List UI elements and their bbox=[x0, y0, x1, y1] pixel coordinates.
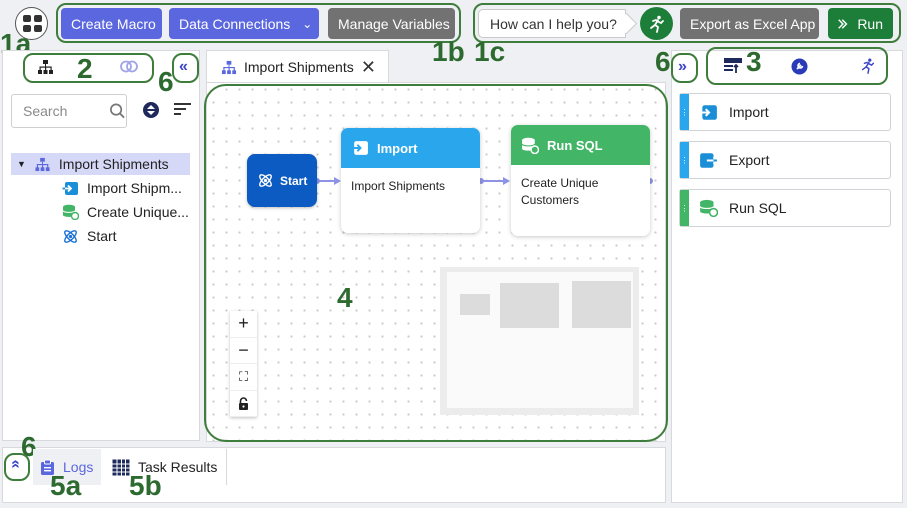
bottom-panel bbox=[2, 447, 666, 503]
annotation-ring-4 bbox=[204, 84, 668, 442]
palette-item-run-sql[interactable]: ⋮ Run SQL bbox=[679, 189, 891, 227]
drag-handle-icon[interactable]: ⋮ bbox=[680, 190, 689, 226]
palette-item-label: Export bbox=[729, 152, 770, 168]
annotation-5b: 5b bbox=[129, 470, 162, 501]
collapse-right-icon[interactable]: » bbox=[678, 58, 687, 76]
run-sql-icon bbox=[699, 199, 718, 217]
palette-item-export[interactable]: ⋮ Export bbox=[679, 141, 891, 179]
export-icon bbox=[700, 152, 718, 168]
palette-item-label: Import bbox=[729, 104, 769, 120]
annotation-3: 3 bbox=[746, 46, 762, 77]
palette-tab-icon[interactable] bbox=[723, 56, 743, 79]
table-grid-icon bbox=[112, 459, 130, 475]
palette-item-label: Run SQL bbox=[729, 200, 787, 216]
drag-handle-icon[interactable]: ⋮ bbox=[680, 94, 689, 130]
import-icon bbox=[700, 104, 717, 120]
annotation-5a: 5a bbox=[50, 470, 82, 501]
tab-task-results[interactable]: Task Results bbox=[104, 449, 227, 485]
annotation-6-right: 6 bbox=[655, 46, 671, 77]
drag-handle-icon[interactable]: ⋮ bbox=[680, 142, 689, 178]
palette-item-import[interactable]: ⋮ Import bbox=[679, 93, 891, 131]
runner-tab-icon[interactable] bbox=[859, 56, 877, 81]
settings-tab-icon[interactable] bbox=[791, 58, 808, 80]
expand-bottom-icon[interactable]: » bbox=[6, 460, 24, 469]
